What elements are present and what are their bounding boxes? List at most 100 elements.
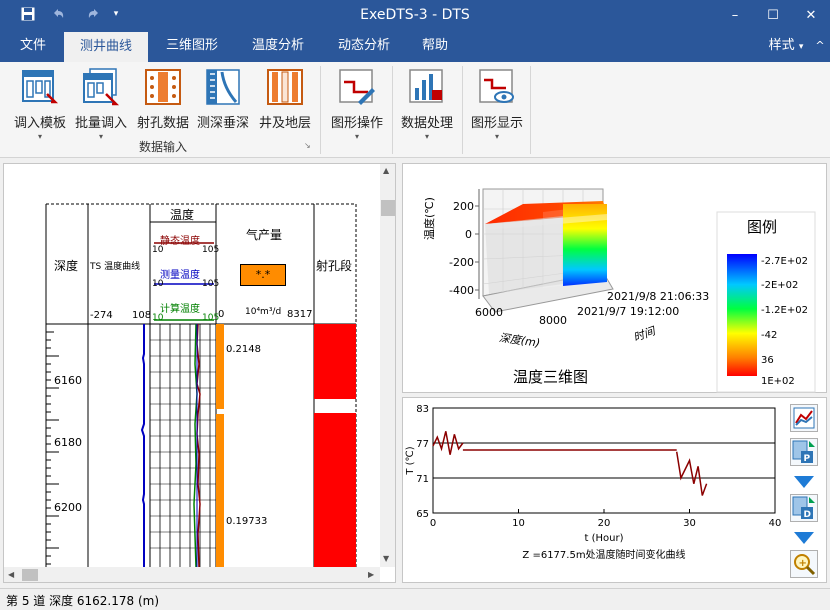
ribbon-separator xyxy=(320,66,321,154)
legend-value: 36 xyxy=(761,355,774,366)
data-processing-button[interactable]: 数据处理 ▾ xyxy=(401,68,453,144)
style-label: 样式 xyxy=(768,38,795,53)
chevron-down-icon: ▾ xyxy=(494,132,499,141)
load-template-button[interactable]: 调入模板 ▾ xyxy=(14,68,66,144)
depth-label: 6180 xyxy=(54,436,82,449)
chart-icon[interactable] xyxy=(790,404,818,432)
x-tick-label: 40 xyxy=(769,518,782,529)
ribbon-separator xyxy=(530,66,531,154)
undo-icon[interactable] xyxy=(48,4,68,24)
maximize-button[interactable]: ☐ xyxy=(754,0,792,30)
batch-import-button[interactable]: 批量调入 ▾ xyxy=(75,68,127,144)
style-caret-icon: ▾ xyxy=(798,42,804,52)
y-tick-label: 77 xyxy=(416,439,429,450)
status-bar: 第 5 道 深度 6162.178 (m) xyxy=(0,588,830,610)
x-tick-label: 8000 xyxy=(539,314,567,327)
title-bar: ▾ ExeDTS-3 - DTS – ☐ ✕ xyxy=(0,0,830,30)
menu-temp-analysis[interactable]: 温度分析 xyxy=(238,30,318,62)
arrow-down-icon[interactable] xyxy=(793,475,815,489)
y-tick-label: 65 xyxy=(416,509,429,520)
template-icon xyxy=(22,70,59,104)
well-stratum-icon xyxy=(267,69,303,105)
y-tick-label: 71 xyxy=(416,474,429,485)
arrow-down-icon[interactable] xyxy=(793,531,815,545)
ribbon-separator xyxy=(462,66,463,154)
vertical-scroll-thumb[interactable] xyxy=(381,200,395,216)
calculated-temp-max: 105 xyxy=(202,313,220,323)
scroll-up-icon[interactable]: ▲ xyxy=(383,166,389,175)
measured-temp-max: 105 xyxy=(202,279,220,289)
export-d-icon[interactable]: D xyxy=(790,494,818,522)
calculated-temp-legend: 计算温度 xyxy=(160,304,200,315)
gas-scale-max: 8317 xyxy=(287,309,313,320)
depth-label: 6200 xyxy=(54,501,82,514)
y-axis-label: T (℃) xyxy=(405,446,416,475)
group-caption: 数据输入 xyxy=(138,140,187,154)
well-stratum-label: 井及地层 xyxy=(258,116,311,131)
menu-file[interactable]: 文件 xyxy=(8,30,58,62)
x-axis-label: t (Hour) xyxy=(585,533,624,544)
style-menu[interactable]: 样式 ▾ xyxy=(764,30,808,62)
gas-scale-min: 0 xyxy=(218,309,225,320)
perforation-header: 射孔段 xyxy=(316,259,353,273)
collapse-ribbon-icon[interactable]: ^ xyxy=(812,30,828,62)
close-button[interactable]: ✕ xyxy=(792,0,830,30)
vertical-scrollbar[interactable]: ▲ ▼ xyxy=(380,164,395,567)
load-template-label: 调入模板 xyxy=(13,116,66,131)
chart3d-panel[interactable]: 200 0 -200 -400 温度(℃) 6000 8000 深度(m) 20… xyxy=(402,163,827,393)
depth-conversion-button[interactable]: 测深垂深 xyxy=(197,68,249,144)
perforation-data-icon xyxy=(145,69,181,105)
redo-icon[interactable] xyxy=(84,4,104,24)
group-launcher-icon[interactable]: ↘ xyxy=(304,141,311,150)
graph-operation-button[interactable]: 图形操作 ▾ xyxy=(331,68,383,144)
time-label: 2021/9/8 21:06:33 xyxy=(607,290,710,303)
x-tick-label: 0 xyxy=(430,518,436,529)
horizontal-scrollbar[interactable]: ◀ ▶ xyxy=(4,567,380,582)
scroll-left-icon[interactable]: ◀ xyxy=(8,570,14,579)
dropdown-icon[interactable]: ▾ xyxy=(106,4,126,24)
y-tick-label: 83 xyxy=(416,404,429,415)
ts-scale-min: -274 xyxy=(90,310,113,321)
graph-display-label: 图形显示 xyxy=(470,116,523,131)
ts-scale-max: 108 xyxy=(132,310,152,321)
menu-3d-graphics[interactable]: 三维图形 xyxy=(152,30,232,62)
graph-display-icon xyxy=(479,69,514,103)
time-chart-panel[interactable]: 0 10 20 30 40 65 71 77 83 t (Hour) T (℃) Z =6177.5m… xyxy=(402,397,827,583)
well-stratum-button[interactable]: 井及地层 xyxy=(259,68,311,144)
svg-text:P: P xyxy=(804,454,811,464)
x-tick-label: 6000 xyxy=(475,306,503,319)
chart3d-title: 温度三维图 xyxy=(513,368,589,386)
x-tick-label: 10 xyxy=(512,518,525,529)
scroll-down-icon[interactable]: ▼ xyxy=(383,554,389,563)
svg-text:+: + xyxy=(799,558,807,569)
x-tick-label: 30 xyxy=(683,518,696,529)
ts-curve-header: TS 温度曲线 xyxy=(90,262,141,272)
chevron-down-icon: ▾ xyxy=(354,132,359,141)
gas-badge[interactable]: *.* xyxy=(240,264,286,286)
static-temp-legend: 静态温度 xyxy=(160,236,200,247)
measured-temp-min: 10 xyxy=(152,279,164,289)
menu-dynamic-analysis[interactable]: 动态分析 xyxy=(324,30,404,62)
graph-operation-icon xyxy=(339,69,375,105)
perforation-data-button[interactable]: 射孔数据 xyxy=(137,68,189,144)
export-p-icon[interactable]: P xyxy=(790,438,818,466)
ribbon: 调入模板 ▾ 批量调入 ▾ 射孔数据 测深垂深 井及地层 数据输入 ↘ 图形操作… xyxy=(0,62,830,158)
scroll-right-icon[interactable]: ▶ xyxy=(368,570,374,579)
svg-text:D: D xyxy=(804,510,811,520)
time-label: 2021/9/7 19:12:00 xyxy=(577,305,680,318)
save-icon[interactable] xyxy=(18,4,38,24)
horizontal-scroll-thumb[interactable] xyxy=(22,569,38,581)
ribbon-separator xyxy=(392,66,393,154)
menu-help[interactable]: 帮助 xyxy=(408,30,462,62)
graph-operation-label: 图形操作 xyxy=(330,116,383,131)
minimize-button[interactable]: – xyxy=(716,0,754,30)
log-panel[interactable]: 深度 TS 温度曲线 -274 108 温度 静态温度 10 105 测量温度 … xyxy=(3,163,396,583)
gas-value: 0.2148 xyxy=(226,344,261,355)
chart-title: Z =6177.5m处温度随时间变化曲线 xyxy=(522,548,685,561)
graph-display-button[interactable]: 图形显示 ▾ xyxy=(471,68,523,144)
legend-value: -2E+02 xyxy=(761,280,799,291)
menu-log-curves[interactable]: 测井曲线 xyxy=(64,32,148,62)
zoom-icon[interactable]: + xyxy=(790,550,818,578)
plot-frame xyxy=(432,407,776,514)
depth-label: 6160 xyxy=(54,374,82,387)
